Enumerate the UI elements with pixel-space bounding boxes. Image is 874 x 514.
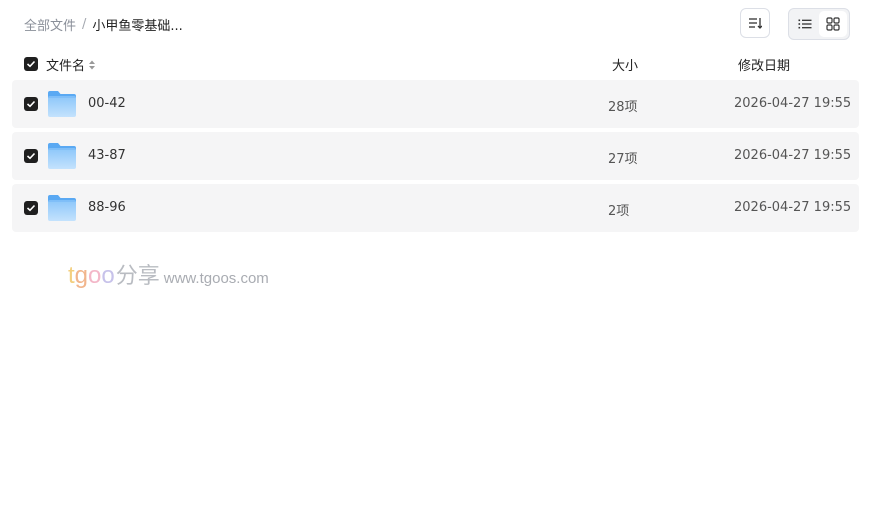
column-header-size[interactable]: 大小 bbox=[612, 55, 638, 74]
folder-icon bbox=[48, 143, 76, 169]
table-header: 文件名 大小 修改日期 bbox=[12, 52, 859, 76]
sort-toggle-icon bbox=[89, 60, 96, 69]
watermark: tgoo 分享 www.tgoos.com bbox=[68, 258, 269, 290]
column-header-date[interactable]: 修改日期 bbox=[738, 55, 790, 74]
row-checkbox[interactable] bbox=[24, 97, 38, 111]
file-size: 28项 bbox=[608, 100, 638, 115]
breadcrumb-current: 小甲鱼零基础... bbox=[92, 18, 183, 34]
watermark-brand: tgoo bbox=[68, 262, 115, 290]
file-size: 27项 bbox=[608, 152, 638, 167]
file-browser: 全部文件 / 小甲鱼零基础... 文件名 大小 修改日期 00-42 28项 2… bbox=[0, 0, 874, 514]
breadcrumb: 全部文件 / 小甲鱼零基础... bbox=[24, 14, 183, 34]
list-view-button[interactable] bbox=[791, 11, 819, 37]
folder-icon bbox=[48, 91, 76, 117]
view-toggle bbox=[788, 8, 850, 40]
watermark-brand-o1: o bbox=[88, 262, 102, 289]
watermark-brand-g: g bbox=[74, 262, 89, 289]
table-row[interactable]: 88-96 2项 2026-04-27 19:55 bbox=[12, 184, 859, 232]
breadcrumb-separator: / bbox=[82, 16, 87, 32]
file-date: 2026-04-27 19:55 bbox=[734, 96, 852, 111]
select-all-checkbox[interactable] bbox=[24, 57, 38, 71]
watermark-share: 分享 bbox=[115, 264, 160, 289]
watermark-url: www.tgoos.com bbox=[163, 270, 269, 287]
check-icon bbox=[26, 60, 36, 68]
grid-view-button[interactable] bbox=[819, 11, 847, 37]
column-header-name-label: 文件名 bbox=[46, 59, 86, 74]
check-icon bbox=[26, 152, 36, 160]
row-checkbox[interactable] bbox=[24, 149, 38, 163]
list-view-icon bbox=[798, 19, 812, 29]
table-row[interactable]: 00-42 28项 2026-04-27 19:55 bbox=[12, 80, 859, 128]
folder-icon bbox=[48, 195, 76, 221]
grid-view-icon bbox=[826, 17, 840, 31]
breadcrumb-root-link[interactable]: 全部文件 bbox=[24, 15, 76, 34]
watermark-brand-o2: o bbox=[101, 262, 115, 289]
sort-button[interactable] bbox=[740, 8, 770, 38]
column-header-name[interactable]: 文件名 bbox=[46, 55, 96, 74]
file-date: 2026-04-27 19:55 bbox=[734, 148, 852, 163]
row-checkbox[interactable] bbox=[24, 201, 38, 215]
file-name[interactable]: 43-87 bbox=[88, 148, 126, 163]
watermark-brand-t: t bbox=[68, 262, 75, 289]
check-icon bbox=[26, 100, 36, 108]
sort-icon bbox=[749, 18, 762, 29]
file-name[interactable]: 00-42 bbox=[88, 96, 126, 111]
file-name[interactable]: 88-96 bbox=[88, 200, 126, 215]
file-size: 2项 bbox=[608, 204, 630, 219]
file-date: 2026-04-27 19:55 bbox=[734, 200, 852, 215]
check-icon bbox=[26, 204, 36, 212]
table-row[interactable]: 43-87 27项 2026-04-27 19:55 bbox=[12, 132, 859, 180]
